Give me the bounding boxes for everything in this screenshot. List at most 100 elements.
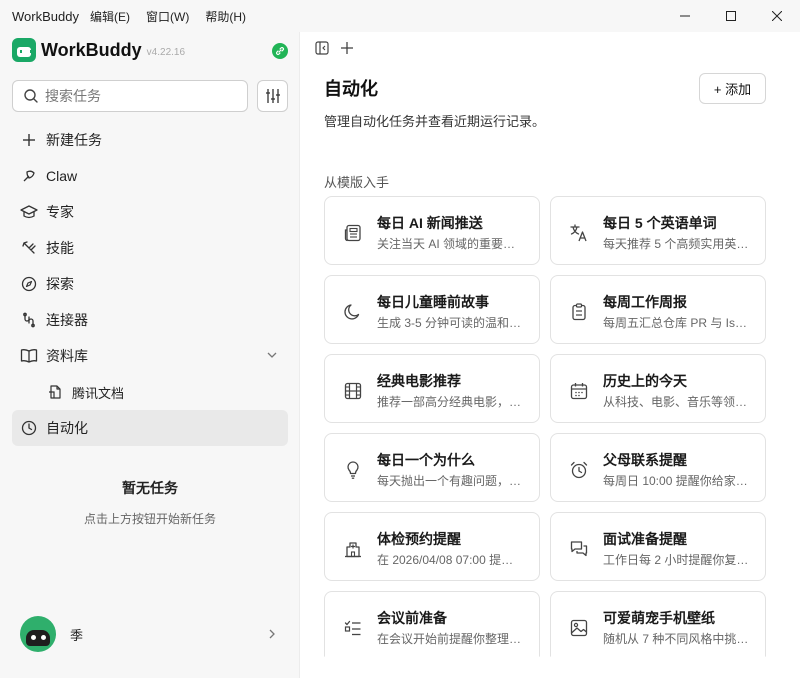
sidebar-item-claw[interactable]: Claw [12, 158, 288, 194]
main-toolbar [312, 40, 362, 56]
search-field[interactable] [12, 80, 248, 112]
template-title: 会议前准备 [377, 610, 447, 626]
sidebar-item-new-task[interactable]: 新建任务 [12, 122, 288, 158]
template-title: 每日 5 个英语单词 [603, 215, 717, 231]
connector-icon [20, 311, 38, 329]
main-panel: 自动化 + 添加 管理自动化任务并查看近期运行记录。 从模版入手 每日 AI 新… [300, 32, 800, 678]
template-title: 每日 AI 新闻推送 [377, 215, 483, 231]
template-description: 在 2026/04/08 07:00 提… [377, 553, 514, 567]
search-input[interactable] [45, 88, 225, 104]
maximize-button[interactable] [708, 0, 754, 32]
newspaper-icon [343, 223, 363, 243]
sidebar-item-label: 资料库 [46, 348, 88, 364]
template-description: 每天推荐 5 个高频实用英… [603, 237, 749, 251]
template-card-classic-movie[interactable]: 经典电影推荐 推荐一部高分经典电影，… [324, 354, 540, 423]
minimize-button[interactable] [662, 0, 708, 32]
add-automation-button[interactable]: + 添加 [699, 73, 766, 104]
claw-icon [20, 167, 38, 185]
template-card-interview-prep[interactable]: 面试准备提醒 工作日每 2 小时提醒你复… [550, 512, 766, 581]
template-card-daily-why[interactable]: 每日一个为什么 每天抛出一个有趣问题，… [324, 433, 540, 502]
sidebar-nav: 新建任务 Claw 专家 技能 探索 连接器 资料库 腾讯文档 自动化 [12, 122, 288, 446]
sidebar-item-experts[interactable]: 专家 [12, 194, 288, 230]
template-title: 可爱萌宠手机壁纸 [603, 610, 715, 626]
template-card-today-in-history[interactable]: 历史上的今天 从科技、电影、音乐等领… [550, 354, 766, 423]
sidebar-item-label: 新建任务 [46, 132, 102, 148]
new-tab-button[interactable] [337, 40, 357, 56]
film-icon [343, 381, 363, 401]
sidebar-item-label: Claw [46, 168, 78, 184]
clock-icon [20, 419, 38, 437]
template-card-meeting-prep[interactable]: 会议前准备 在会议开始前提醒你整理… [324, 591, 540, 657]
workbuddy-logo-icon [12, 38, 36, 62]
template-title: 历史上的今天 [603, 373, 687, 389]
menu-window[interactable]: 窗口(W) [146, 8, 189, 25]
toggle-sidebar-button[interactable] [312, 40, 332, 56]
template-description: 关注当天 AI 领域的重要… [377, 237, 516, 251]
sidebar-item-label: 技能 [46, 240, 74, 256]
sliders-icon [265, 89, 280, 103]
section-label: 从模版入手 [324, 175, 390, 190]
template-title: 每日儿童睡前故事 [377, 294, 489, 310]
empty-state: 暂无任务 点击上方按钮开始新任务 [0, 478, 300, 527]
empty-state-subtitle: 点击上方按钮开始新任务 [83, 512, 216, 526]
template-description: 推荐一部高分经典电影，… [377, 395, 522, 409]
template-title: 父母联系提醒 [603, 452, 687, 468]
connection-link-icon[interactable] [272, 43, 288, 59]
avatar [20, 616, 56, 652]
template-title: 每日一个为什么 [377, 452, 475, 468]
template-description: 每周日 10:00 提醒你给家… [603, 474, 748, 488]
template-description: 生成 3-5 分钟可读的温和… [377, 316, 522, 330]
close-button[interactable] [754, 0, 800, 32]
empty-state-title: 暂无任务 [122, 480, 178, 496]
template-card-weekly-report[interactable]: 每周工作周报 每周五汇总仓库 PR 与 Is… [550, 275, 766, 344]
user-profile[interactable]: 季 [20, 616, 288, 652]
sidebar-item-label: 探索 [46, 276, 74, 292]
template-card-pet-wallpaper[interactable]: 可爱萌宠手机壁纸 随机从 7 种不同风格中挑… [550, 591, 766, 657]
page-description: 管理自动化任务并查看近期运行记录。 [324, 114, 546, 129]
template-card-checkup-reminder[interactable]: 体检预约提醒 在 2026/04/08 07:00 提… [324, 512, 540, 581]
template-description: 每周五汇总仓库 PR 与 Is… [603, 316, 748, 330]
chevron-right-icon [269, 629, 275, 639]
sidebar-item-explore[interactable]: 探索 [12, 266, 288, 302]
template-title: 面试准备提醒 [603, 531, 687, 547]
calendar-icon [569, 381, 589, 401]
image-icon [569, 618, 589, 638]
sidebar-item-connectors[interactable]: 连接器 [12, 302, 288, 338]
template-title: 每周工作周报 [603, 294, 687, 310]
sidebar-item-library[interactable]: 资料库 [12, 338, 288, 374]
moon-icon [343, 302, 363, 322]
sidebar-item-skills[interactable]: 技能 [12, 230, 288, 266]
chat-icon [569, 539, 589, 559]
compass-icon [20, 275, 38, 293]
filter-button[interactable] [257, 80, 288, 112]
template-card-parent-reminder[interactable]: 父母联系提醒 每周日 10:00 提醒你给家… [550, 433, 766, 502]
brand: WorkBuddy v4.22.16 [12, 38, 185, 62]
sidebar-item-tencent-docs[interactable]: 腾讯文档 [12, 374, 288, 410]
template-description: 在会议开始前提醒你整理… [377, 632, 522, 646]
skill-icon [20, 239, 38, 257]
title-bar: WorkBuddy 编辑(E) 窗口(W) 帮助(H) [0, 0, 800, 32]
alarm-clock-icon [569, 460, 589, 480]
sidebar-item-label: 腾讯文档 [72, 385, 125, 401]
lightbulb-icon [343, 460, 363, 480]
sidebar-item-label: 连接器 [46, 312, 88, 328]
template-card-english-words[interactable]: 每日 5 个英语单词 每天推荐 5 个高频实用英… [550, 196, 766, 265]
plus-icon [20, 131, 38, 149]
tencent-docs-icon [46, 383, 64, 401]
maximize-icon [726, 11, 736, 21]
menu-edit[interactable]: 编辑(E) [90, 8, 130, 25]
template-title: 体检预约提醒 [377, 531, 461, 547]
sidebar-item-automation[interactable]: 自动化 [12, 410, 288, 446]
brand-version: v4.22.16 [146, 47, 186, 58]
close-icon [772, 11, 782, 21]
book-icon [20, 347, 38, 365]
template-description: 每天抛出一个有趣问题，… [377, 474, 522, 488]
chevron-down-icon[interactable] [266, 349, 278, 361]
clipboard-icon [569, 302, 589, 322]
menu-help[interactable]: 帮助(H) [205, 8, 246, 25]
template-card-bedtime-story[interactable]: 每日儿童睡前故事 生成 3-5 分钟可读的温和… [324, 275, 540, 344]
page-title: 自动化 [324, 79, 378, 99]
user-name: 季 [70, 627, 84, 643]
template-card-ai-news[interactable]: 每日 AI 新闻推送 关注当天 AI 领域的重要… [324, 196, 540, 265]
template-description: 工作日每 2 小时提醒你复… [603, 553, 749, 567]
